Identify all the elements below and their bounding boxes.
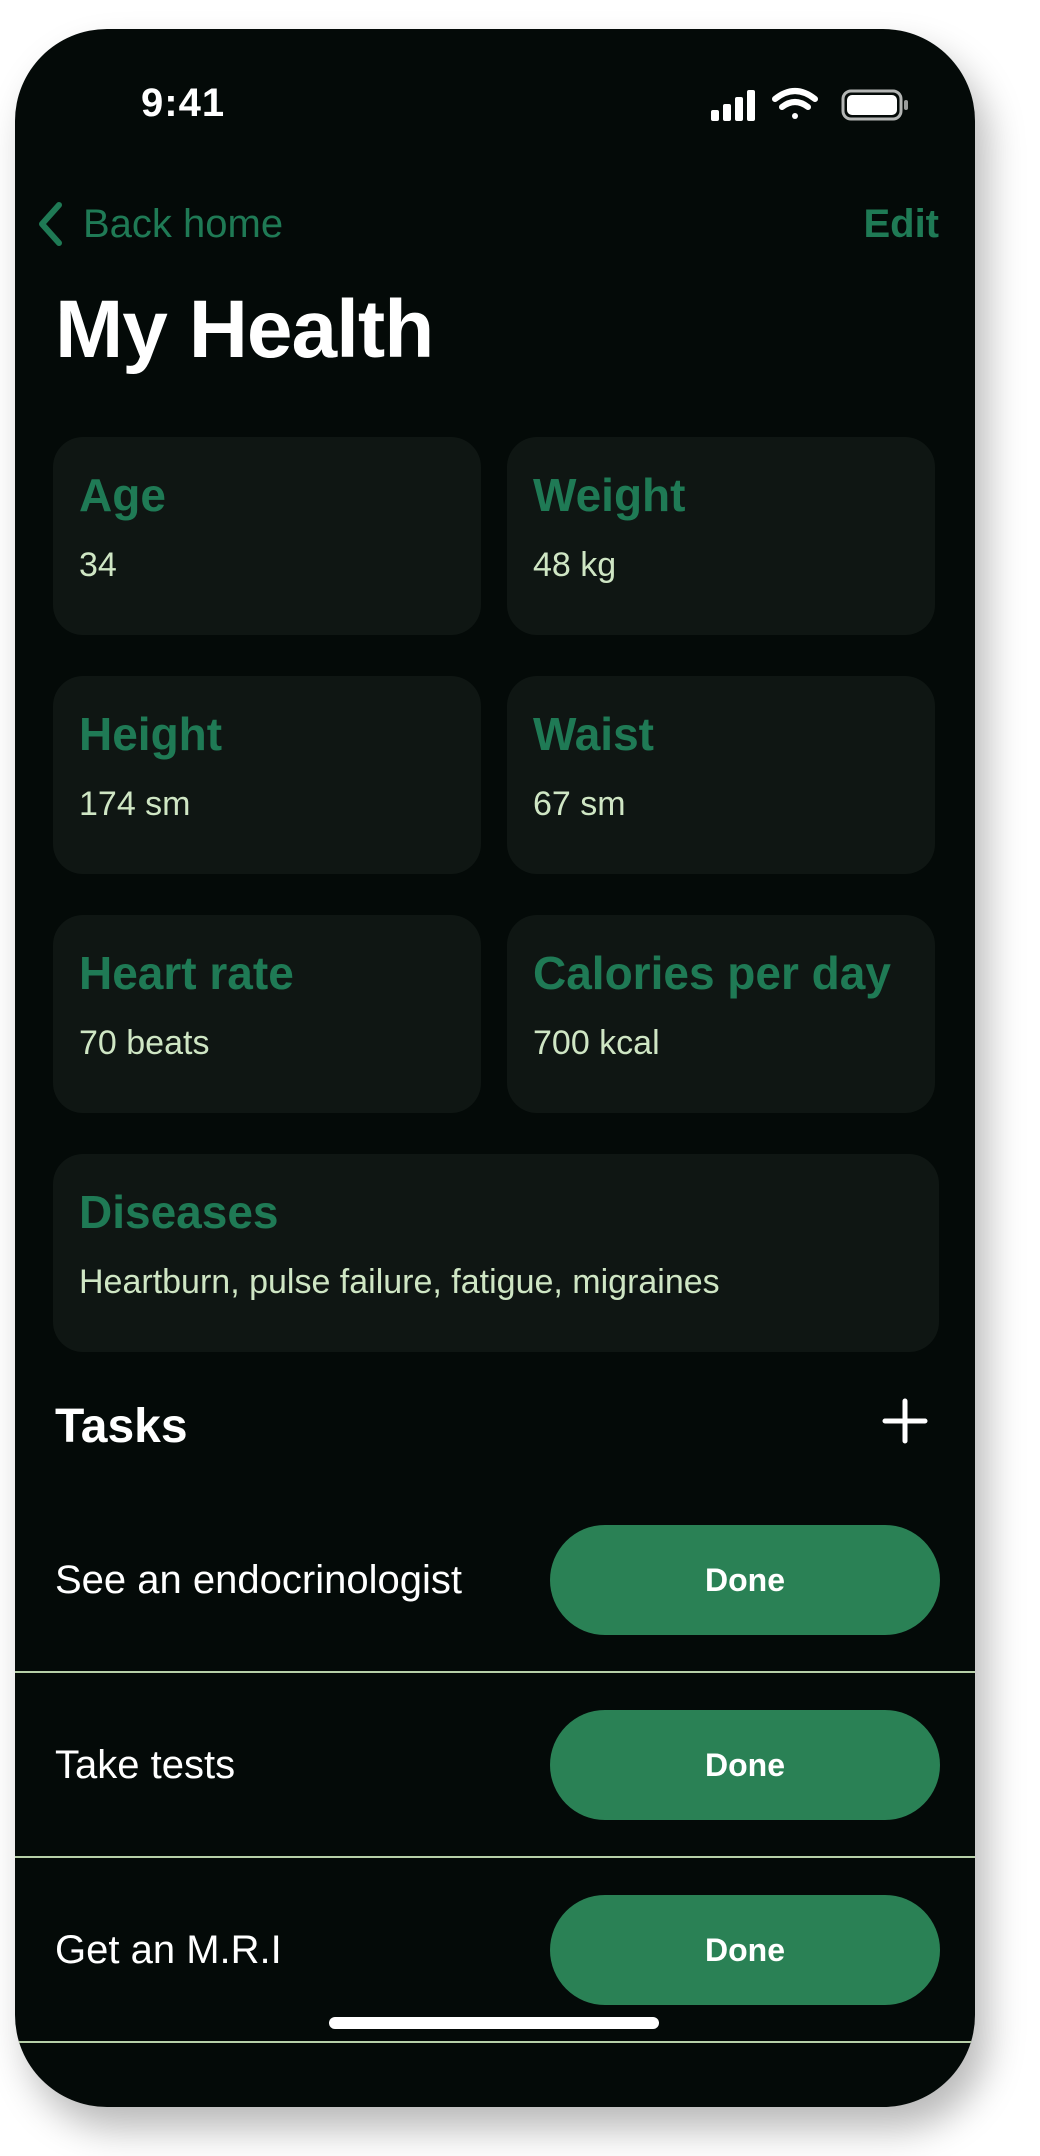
cellular-signal-icon	[711, 90, 755, 121]
page-title: My Health	[55, 284, 434, 375]
card-value: 48 kg	[533, 546, 617, 584]
card-value: 34	[79, 546, 117, 584]
height-card[interactable]: Height 174 sm	[53, 676, 481, 874]
card-title: Age	[79, 469, 166, 521]
card-title: Heart rate	[79, 947, 294, 999]
done-button[interactable]: Done	[550, 1710, 940, 1820]
card-title: Calories per day	[533, 947, 891, 999]
task-label: Take tests	[55, 1742, 236, 1787]
heart-rate-card[interactable]: Heart rate 70 beats	[53, 915, 481, 1113]
card-title: Diseases	[79, 1186, 279, 1238]
weight-card[interactable]: Weight 48 kg	[507, 437, 935, 635]
calories-card[interactable]: Calories per day 700 kcal	[507, 915, 935, 1113]
back-home-label: Back home	[83, 201, 284, 246]
plus-icon	[882, 1398, 928, 1444]
chevron-left-icon	[39, 202, 62, 246]
card-value: 67 sm	[533, 785, 626, 823]
home-indicator[interactable]	[329, 2017, 659, 2029]
task-label: Get an M.R.I	[55, 1927, 282, 1972]
task-row: Get an M.R.I Done	[15, 1859, 975, 2043]
task-row: See an endocrinologist Done	[15, 1489, 975, 1673]
phone-screen: 9:41 Back home Edit My Health Age 34 Wei…	[15, 29, 975, 2107]
status-time: 9:41	[141, 81, 226, 125]
battery-icon	[841, 89, 908, 121]
card-title: Weight	[533, 469, 686, 521]
status-icons	[699, 83, 919, 127]
task-label: See an endocrinologist	[55, 1557, 462, 1602]
done-button[interactable]: Done	[550, 1895, 940, 2005]
add-task-button[interactable]	[875, 1391, 935, 1451]
card-value: 174 sm	[79, 785, 191, 823]
diseases-card[interactable]: Diseases Heartburn, pulse failure, fatig…	[53, 1154, 939, 1352]
card-title: Height	[79, 708, 223, 760]
edit-button[interactable]: Edit	[863, 189, 939, 259]
card-value: 700 kcal	[533, 1024, 660, 1062]
back-home-button[interactable]: Back home	[37, 189, 283, 259]
done-button[interactable]: Done	[550, 1525, 940, 1635]
tasks-header: Tasks	[55, 1400, 188, 1453]
card-value: 70 beats	[79, 1024, 210, 1062]
card-title: Waist	[533, 708, 654, 760]
wifi-icon	[772, 88, 818, 119]
card-value: Heartburn, pulse failure, fatigue, migra…	[79, 1263, 720, 1301]
waist-card[interactable]: Waist 67 sm	[507, 676, 935, 874]
age-card[interactable]: Age 34	[53, 437, 481, 635]
task-row: Take tests Done	[15, 1674, 975, 1858]
